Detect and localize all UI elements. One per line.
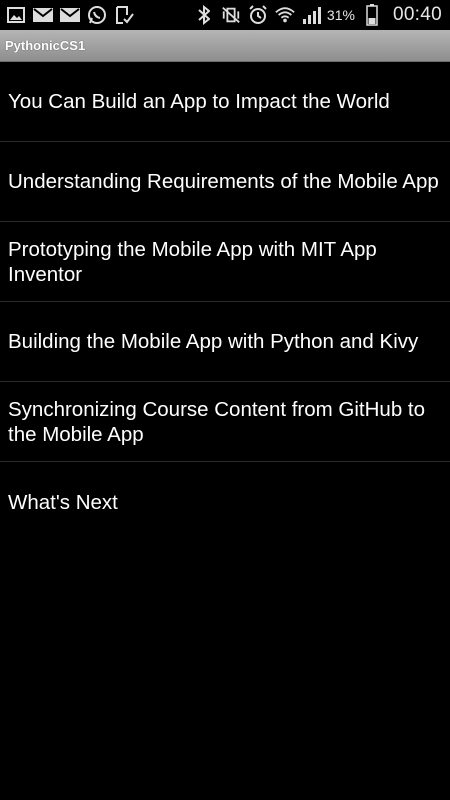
gmail-icon — [33, 5, 53, 25]
system-icons: 31% 00:40 — [194, 4, 442, 26]
signal-icon — [302, 5, 322, 25]
list-item-label: What's Next — [8, 490, 118, 514]
whatsapp-icon — [87, 5, 107, 25]
list-item-label: Understanding Requirements of the Mobile… — [8, 170, 439, 193]
alarm-icon — [248, 5, 268, 25]
list-item[interactable]: What's Next — [0, 462, 450, 542]
chapter-list: You Can Build an App to Impact the World… — [0, 62, 450, 542]
app-title-bar: PythonicCS1 — [0, 30, 450, 62]
list-item-label: Building the Mobile App with Python and … — [8, 330, 419, 353]
list-item[interactable]: Understanding Requirements of the Mobile… — [0, 142, 450, 222]
bluetooth-icon — [194, 5, 214, 25]
vibrate-mute-icon — [221, 5, 241, 25]
gmail-icon — [60, 5, 80, 25]
status-bar: 31% 00:40 — [0, 0, 450, 30]
list-item[interactable]: Building the Mobile App with Python and … — [0, 302, 450, 382]
list-item-label: You Can Build an App to Impact the World — [8, 90, 390, 113]
list-item[interactable]: Synchronizing Course Content from GitHub… — [0, 382, 450, 462]
status-clock: 00:40 — [392, 4, 442, 25]
battery-percentage: 31% — [326, 7, 355, 23]
battery-icon — [362, 4, 382, 26]
gallery-icon — [6, 5, 26, 25]
list-item[interactable]: Prototyping the Mobile App with MIT App … — [0, 222, 450, 302]
list-item[interactable]: You Can Build an App to Impact the World — [0, 62, 450, 142]
wifi-icon — [275, 5, 295, 25]
notification-icons — [6, 5, 134, 25]
app-title: PythonicCS1 — [5, 38, 86, 53]
list-item-label: Synchronizing Course Content from GitHub… — [8, 397, 426, 446]
task-check-icon — [114, 5, 134, 25]
list-item-label: Prototyping the Mobile App with MIT App … — [8, 237, 377, 286]
